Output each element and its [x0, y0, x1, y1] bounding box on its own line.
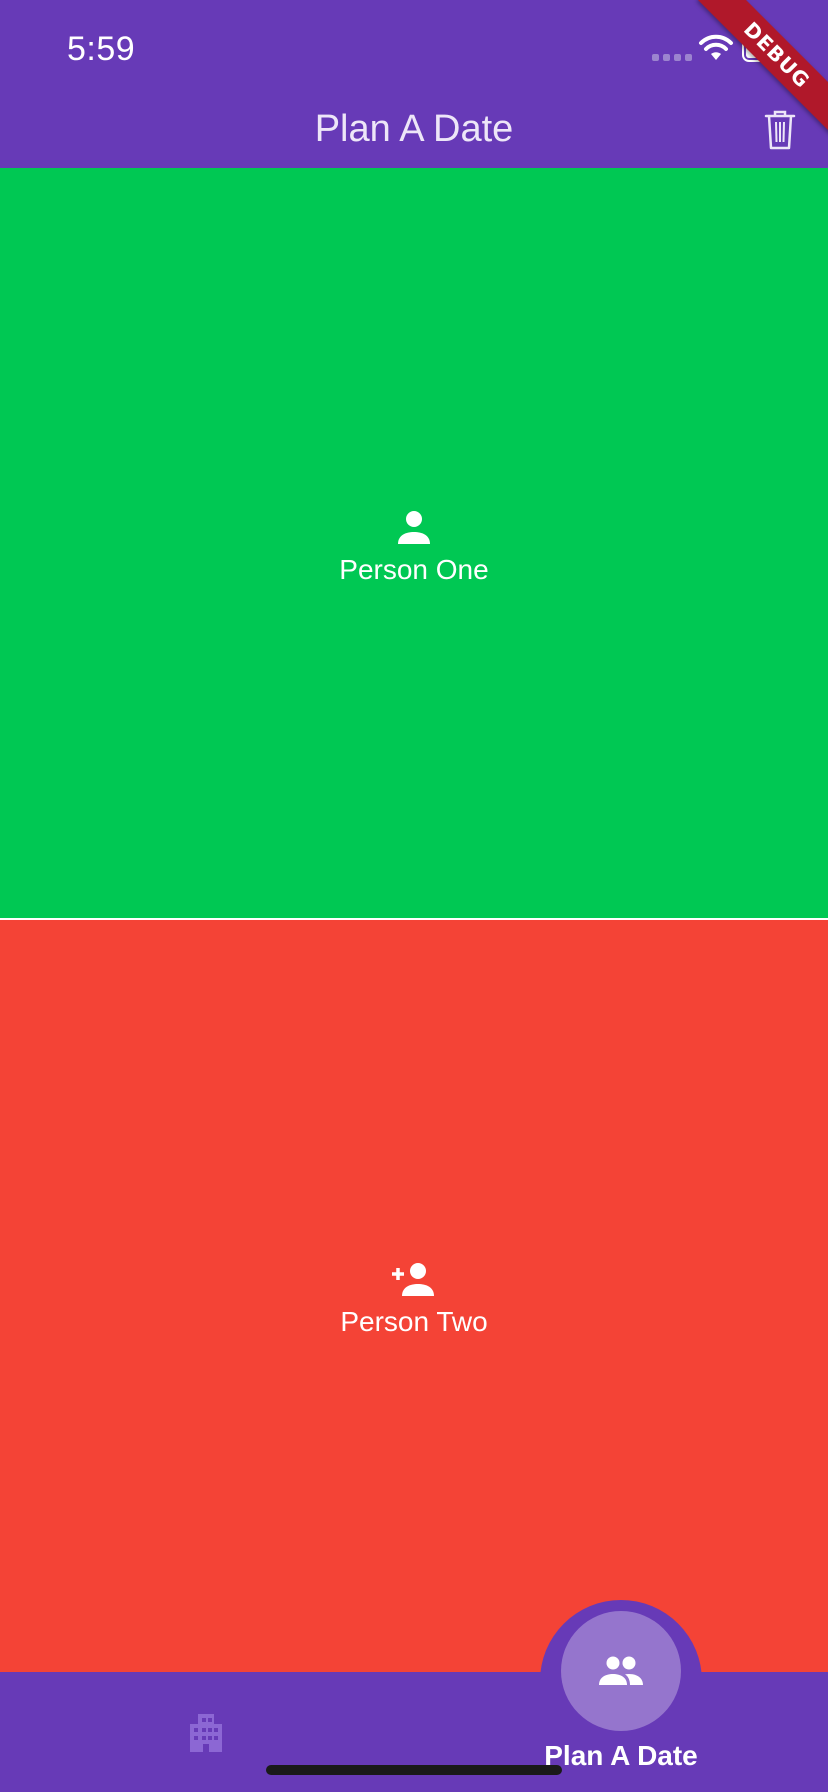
person-icon	[398, 511, 430, 544]
building-icon[interactable]	[186, 1710, 226, 1752]
status-bar: 5:59	[0, 0, 828, 96]
person-one-panel[interactable]: Person One	[0, 168, 828, 918]
person-two-content: Person Two	[0, 1260, 828, 1338]
person-two-label: Person Two	[340, 1306, 488, 1337]
person-two-panel[interactable]: Person Two	[0, 920, 828, 1672]
battery-icon	[742, 38, 788, 62]
wifi-icon	[699, 34, 733, 60]
cellular-signal-icon	[652, 54, 692, 61]
person-add-icon	[392, 1263, 434, 1296]
people-icon	[599, 1656, 643, 1685]
app-bar: Plan A Date	[0, 96, 828, 168]
person-one-content: Person One	[0, 508, 828, 586]
trash-icon[interactable]	[762, 108, 798, 152]
person-one-label: Person One	[339, 554, 489, 585]
page-title: Plan A Date	[314, 108, 514, 150]
home-indicator	[266, 1765, 562, 1775]
status-time: 5:59	[67, 30, 136, 68]
plan-a-date-fab[interactable]	[561, 1611, 681, 1731]
